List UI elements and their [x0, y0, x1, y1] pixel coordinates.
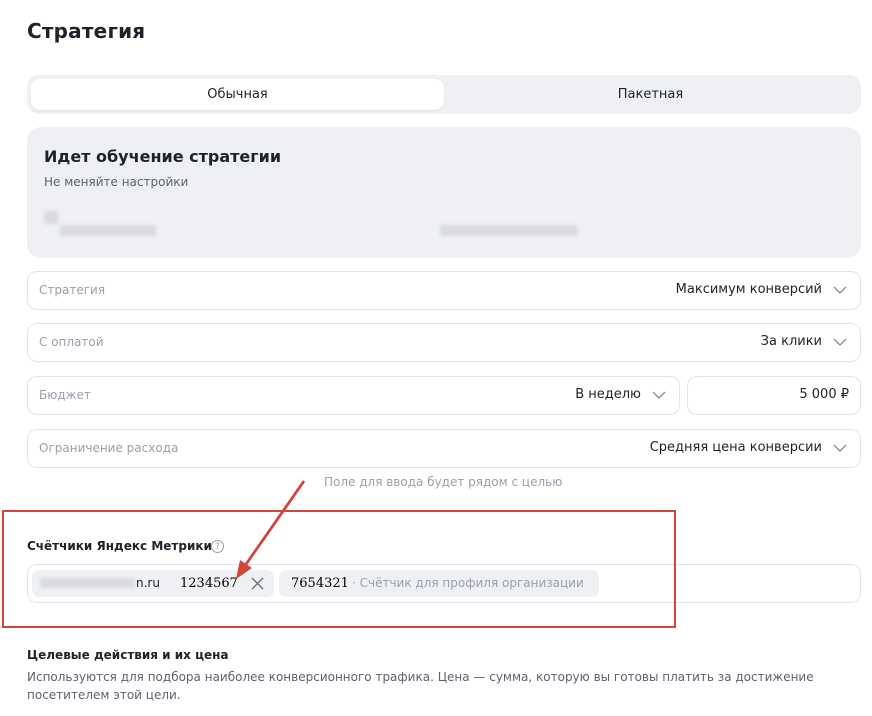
goals-description: Используются для подбора наиболее конвер…	[27, 670, 814, 702]
limit-value: Средняя цена конверсии	[649, 440, 822, 455]
redacted-block	[440, 225, 578, 236]
payment-value: За клики	[760, 334, 822, 349]
tab-package[interactable]: Пакетная	[444, 79, 857, 110]
goals-title: Целевые действия и их цена	[27, 648, 229, 662]
limit-select[interactable]: Ограничение расхода Средняя цена конверс…	[27, 429, 861, 468]
payment-label: С оплатой	[39, 335, 104, 349]
redacted-block	[44, 211, 58, 224]
chevron-down-icon	[652, 391, 666, 399]
chevron-down-icon	[833, 286, 847, 294]
tab-regular[interactable]: Обычная	[31, 79, 444, 110]
budget-period-value: В неделю	[575, 387, 641, 402]
budget-label: Бюджет	[39, 388, 91, 402]
learning-title: Идет обучение стратегии	[44, 147, 282, 166]
redacted-block	[60, 225, 156, 236]
budget-amount-input[interactable]: 5 000 ₽	[687, 376, 861, 415]
budget-amount-value: 5 000 ₽	[799, 387, 849, 402]
learning-notice: Идет обучение стратегии Не меняйте настр…	[27, 127, 861, 258]
payment-select[interactable]: С оплатой За клики	[27, 323, 861, 362]
page-title: Стратегия	[27, 19, 146, 43]
highlight-box	[2, 510, 676, 628]
strategy-mode-tabs: Обычная Пакетная	[27, 75, 861, 114]
chevron-down-icon	[833, 338, 847, 346]
chevron-down-icon	[833, 444, 847, 452]
hint-text: Поле для ввода будет рядом с целью	[324, 475, 563, 489]
strategy-label: Стратегия	[39, 283, 106, 297]
strategy-select[interactable]: Стратегия Максимум конверсий	[27, 271, 861, 310]
budget-period-select[interactable]: Бюджет В неделю	[27, 376, 680, 415]
limit-label: Ограничение расхода	[39, 441, 179, 455]
learning-subtitle: Не меняйте настройки	[44, 175, 189, 189]
strategy-value: Максимум конверсий	[675, 282, 822, 297]
annotation-arrow-icon	[236, 480, 306, 579]
